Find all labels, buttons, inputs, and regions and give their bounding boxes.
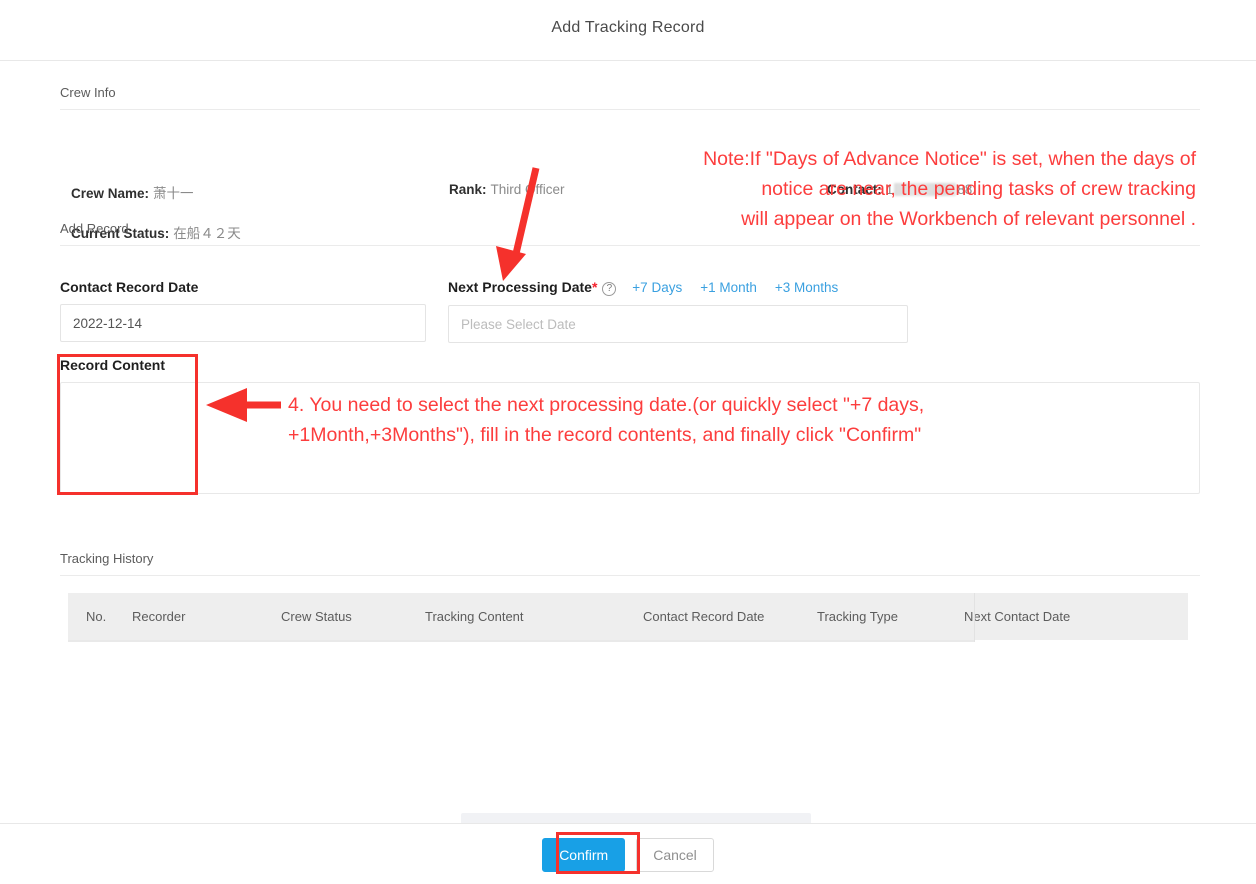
confirm-button[interactable]: Confirm [542, 838, 626, 872]
table-column-no: No. [86, 609, 107, 624]
contact-record-date-input[interactable] [60, 304, 426, 342]
dialog-footer: Confirm Cancel [0, 823, 1256, 884]
crew-name-field: Crew Name: 萧十一 [71, 182, 194, 202]
next-processing-date-row: Next Processing Date*? +7 Days +1 Month +3… [448, 279, 908, 343]
quick-select-links: +7 Days +1 Month +3 Months [632, 279, 838, 295]
tracking-history-section: Tracking History [60, 551, 1200, 576]
table-fixed-column-divider [974, 593, 975, 642]
rank-field: Rank: Third Officer [449, 182, 565, 197]
contact-redacted-block [894, 183, 957, 196]
cancel-button[interactable]: Cancel [636, 838, 714, 872]
tracking-history-section-label: Tracking History [60, 551, 154, 566]
tracking-history-divider [60, 575, 1200, 576]
contact-field: Contact: 1 88 [827, 182, 972, 197]
quick-link-7-days[interactable]: +7 Days [632, 280, 682, 295]
crew-name-label: Crew Name: [71, 186, 150, 201]
contact-record-date-row: Contact Record Date [60, 279, 426, 342]
record-content-label: Record Content [60, 357, 165, 373]
table-column-tracking-type: Tracking Type [817, 609, 898, 624]
next-processing-date-input[interactable] [448, 305, 908, 343]
contact-value-suffix: 88 [957, 182, 973, 197]
table-column-next-contact-date: Next Contact Date [964, 609, 1071, 624]
crew-info-section-label: Crew Info [60, 85, 116, 100]
table-body-underline [68, 640, 975, 642]
dialog-body: Crew Info Crew Name: 萧十一 Rank: Third Offic… [0, 61, 1256, 884]
contact-label: Contact: [827, 182, 882, 197]
record-content-row: Record Content [60, 357, 1200, 499]
footer-button-group: Confirm Cancel [0, 838, 1256, 872]
crew-info-row-1: Crew Name: 萧十一 Rank: Third Officer Contact… [60, 182, 1200, 204]
table-column-recorder: Recorder [132, 609, 186, 624]
table-column-crew-status: Crew Status [281, 609, 352, 624]
table-column-tracking-content: Tracking Content [425, 609, 524, 624]
record-content-textarea[interactable] [60, 382, 1200, 494]
quick-link-3-months[interactable]: +3 Months [775, 280, 838, 295]
question-circle-icon[interactable]: ? [602, 282, 617, 296]
contact-record-date-label: Contact Record Date [60, 279, 199, 295]
table-header-row: No. Recorder Crew Status Tracking Conten… [68, 593, 1188, 642]
dialog-header: Add Tracking Record [0, 0, 1256, 61]
tracking-history-table: No. Recorder Crew Status Tracking Conten… [68, 593, 1188, 642]
add-record-divider [60, 245, 1200, 246]
crew-name-value: 萧十一 [153, 186, 194, 201]
add-tracking-record-dialog: Add Tracking Record Crew Info Crew Name:… [0, 0, 1256, 884]
table-column-contact-record-date: Contact Record Date [643, 609, 765, 624]
crew-info-section: Crew Info [60, 85, 1200, 110]
quick-link-1-month[interactable]: +1 Month [700, 280, 757, 295]
add-record-section: Add Record [60, 221, 1200, 246]
next-processing-date-label: Next Processing Date [448, 279, 592, 295]
add-record-section-label: Add Record [60, 221, 129, 236]
rank-label: Rank: [449, 182, 487, 197]
dialog-title: Add Tracking Record [551, 19, 705, 36]
rank-value: Third Officer [490, 182, 565, 197]
next-processing-date-label-group: Next Processing Date*? +7 Days +1 Month +3… [448, 279, 908, 296]
required-marker: * [591, 279, 598, 295]
crew-info-divider [60, 109, 1200, 110]
contact-value-prefix: 1 [885, 182, 894, 197]
